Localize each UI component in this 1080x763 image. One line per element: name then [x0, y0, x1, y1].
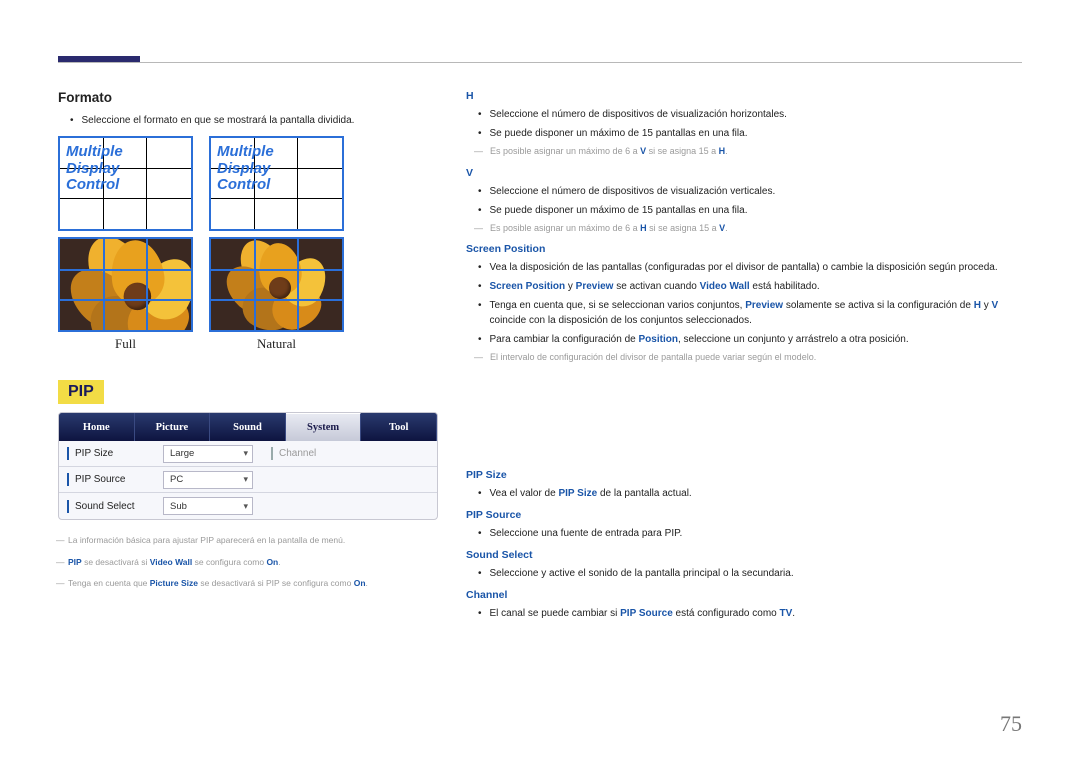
channel-bullet: • El canal se puede cambiar si PIP Sourc… [478, 606, 1022, 621]
bullet-dot: • [70, 113, 74, 128]
row-accent-disabled [271, 447, 273, 460]
note-2: PIP se desactivará si Video Wall se conf… [68, 556, 438, 570]
two-column-layout: Formato • Seleccione el formato en que s… [58, 90, 1022, 625]
pip-heading-badge: PIP [58, 380, 104, 404]
note-3: Tenga en cuenta que Picture Size se desa… [68, 577, 438, 591]
heading-v: V [466, 167, 1022, 179]
tab-sound[interactable]: Sound [210, 413, 286, 441]
row-accent [67, 473, 69, 486]
pip-menu-screenshot: Home Picture Sound System Tool PIP Size … [58, 412, 438, 520]
tab-picture[interactable]: Picture [135, 413, 211, 441]
sound-select-dropdown[interactable]: Sub [163, 497, 253, 515]
v-subnote: Es posible asignar un máximo de 6 a H si… [490, 222, 1022, 236]
heading-channel: Channel [466, 589, 1022, 601]
row-label: PIP Source [75, 474, 163, 485]
channel-disabled-label: Channel [279, 448, 316, 459]
format-natural-column: Multiple Display Control Natural [209, 136, 344, 352]
format-full-column: Multiple Display Control Full [58, 136, 193, 352]
pip-source-bullet: •Seleccione una fuente de entrada para P… [478, 526, 1022, 541]
row-pip-size: PIP Size Large Channel [59, 441, 437, 467]
mdc-grid-natural: Multiple Display Control [209, 136, 344, 231]
left-column: Formato • Seleccione el formato en que s… [58, 90, 438, 625]
pip-footnotes: La información básica para ajustar PIP a… [58, 534, 438, 591]
row-accent [67, 447, 69, 460]
formato-bullet-text: Seleccione el formato en que se mostrará… [82, 113, 355, 128]
heading-screen-position: Screen Position [466, 243, 1022, 255]
tab-tool[interactable]: Tool [361, 413, 437, 441]
heading-formato: Formato [58, 90, 438, 105]
mdc-text: Multiple Display Control [66, 144, 123, 194]
v-bullet-2: •Se puede disponer un máximo de 15 panta… [478, 203, 1022, 218]
h-bullet-1: •Seleccione el número de dispositivos de… [478, 107, 1022, 122]
heading-h: H [466, 90, 1022, 102]
h-bullet-2: •Se puede disponer un máximo de 15 panta… [478, 126, 1022, 141]
tab-system[interactable]: System [286, 413, 362, 441]
page: Formato • Seleccione el formato en que s… [0, 0, 1080, 655]
pip-size-dropdown[interactable]: Large [163, 445, 253, 463]
row-sound-select: Sound Select Sub [59, 493, 437, 519]
flower-natural-image [209, 237, 344, 332]
mdc-grid-full: Multiple Display Control [58, 136, 193, 231]
row-pip-source: PIP Source PC [59, 467, 437, 493]
label-natural: Natural [209, 336, 344, 352]
row-label: PIP Size [75, 448, 163, 459]
format-images-row: Multiple Display Control Full [58, 136, 438, 352]
row-label: Sound Select [75, 501, 163, 512]
flower-full-image [58, 237, 193, 332]
sp-bullet-1: •Vea la disposición de las pantallas (co… [478, 260, 1022, 275]
h-subnote: Es posible asignar un máximo de 6 a V si… [490, 145, 1022, 159]
heading-sound-select: Sound Select [466, 549, 1022, 561]
heading-pip-size: PIP Size [466, 469, 1022, 481]
label-full: Full [58, 336, 193, 352]
note-1: La información básica para ajustar PIP a… [68, 534, 438, 548]
tab-home[interactable]: Home [59, 413, 135, 441]
menu-tabbar: Home Picture Sound System Tool [59, 413, 437, 441]
right-column: H •Seleccione el número de dispositivos … [466, 90, 1022, 625]
sp-bullet-3: • Tenga en cuenta que, si se seleccionan… [478, 298, 1022, 328]
sp-bullet-4: • Para cambiar la configuración de Posit… [478, 332, 1022, 347]
page-number: 75 [1000, 711, 1022, 737]
mdc-text: Multiple Display Control [217, 144, 274, 194]
pip-size-bullet: • Vea el valor de PIP Size de la pantall… [478, 486, 1022, 501]
formato-bullet: • Seleccione el formato en que se mostra… [70, 113, 438, 128]
sound-select-bullet: •Seleccione y active el sonido de la pan… [478, 566, 1022, 581]
v-bullet-1: •Seleccione el número de dispositivos de… [478, 184, 1022, 199]
sp-bullet-2: • Screen Position y Preview se activan c… [478, 279, 1022, 294]
pip-source-dropdown[interactable]: PC [163, 471, 253, 489]
sp-subnote: El intervalo de configuración del diviso… [490, 351, 1022, 365]
heading-pip-source: PIP Source [466, 509, 1022, 521]
row-accent [67, 500, 69, 513]
header-rule [58, 62, 1022, 63]
